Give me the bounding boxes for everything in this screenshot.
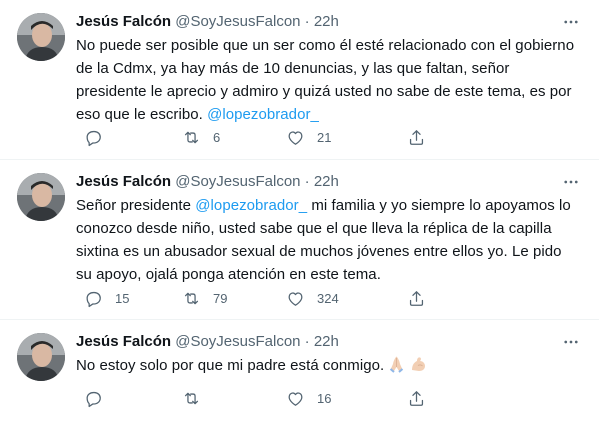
avatar[interactable] xyxy=(17,13,65,61)
avatar-image xyxy=(17,13,65,61)
author-name[interactable]: Jesús Falcón xyxy=(76,173,171,190)
separator-dot: · xyxy=(304,13,310,30)
tweet-header: Jesús Falcón @SoyJesusFalcon · 22h xyxy=(76,332,339,352)
avatar-image xyxy=(17,333,65,381)
tweet[interactable]: Jesús Falcón @SoyJesusFalcon · 22h No es… xyxy=(0,320,599,421)
share-icon xyxy=(409,129,424,145)
like-count: 16 xyxy=(317,390,332,406)
tweet-text-part: Señor presidente xyxy=(76,197,196,214)
separator-dot: · xyxy=(304,333,310,350)
tweet[interactable]: Jesús Falcón @SoyJesusFalcon · 22h No pu… xyxy=(0,0,599,160)
tweet-text: No estoy solo por que mi padre está conm… xyxy=(76,354,576,377)
tweet-header: Jesús Falcón @SoyJesusFalcon · 22h xyxy=(76,172,339,192)
tweet-text: Señor presidente @lopezobrador_ mi famil… xyxy=(76,194,576,286)
avatar[interactable] xyxy=(17,173,65,221)
more-icon[interactable] xyxy=(561,12,581,32)
share-button[interactable] xyxy=(407,388,426,408)
retweet-button[interactable]: 6 xyxy=(182,127,220,147)
retweet-icon xyxy=(184,131,199,143)
tweet-text-part: No estoy solo por que mi padre está conm… xyxy=(76,357,385,374)
share-icon xyxy=(409,390,424,406)
author-handle[interactable]: @SoyJesusFalcon xyxy=(175,333,300,350)
mention-link[interactable]: @lopezobrador_ xyxy=(195,197,307,214)
reply-button[interactable] xyxy=(84,388,115,408)
timestamp[interactable]: 22h xyxy=(314,13,339,30)
like-count: 324 xyxy=(317,290,339,306)
author-handle[interactable]: @SoyJesusFalcon xyxy=(175,173,300,190)
like-icon xyxy=(288,130,303,145)
tweet-text: No puede ser posible que un ser como él … xyxy=(76,34,576,126)
tweet-actions: 15 79 324 xyxy=(76,288,516,308)
like-button[interactable]: 21 xyxy=(286,127,331,147)
reply-button[interactable]: 15 xyxy=(84,288,129,308)
like-button[interactable]: 16 xyxy=(286,388,331,408)
author-name[interactable]: Jesús Falcón xyxy=(76,13,171,30)
more-icon[interactable] xyxy=(561,172,581,192)
like-count: 21 xyxy=(317,129,332,145)
timestamp[interactable]: 22h xyxy=(314,173,339,190)
avatar-image xyxy=(17,173,65,221)
reply-icon xyxy=(86,130,101,146)
retweet-button[interactable] xyxy=(182,388,213,408)
flexed-biceps-emoji xyxy=(409,355,428,373)
folded-hands-emoji xyxy=(387,355,406,373)
retweet-icon xyxy=(184,292,199,304)
retweet-icon xyxy=(184,392,199,404)
like-button[interactable]: 324 xyxy=(286,288,339,308)
tweet-actions: 6 21 xyxy=(76,127,516,147)
reply-icon xyxy=(86,291,101,307)
more-icon[interactable] xyxy=(561,332,581,352)
retweet-count: 6 xyxy=(213,129,221,145)
share-button[interactable] xyxy=(407,288,426,308)
retweet-button[interactable]: 79 xyxy=(182,288,227,308)
tweet-feed: Jesús Falcón @SoyJesusFalcon · 22h No pu… xyxy=(0,0,599,421)
separator-dot: · xyxy=(304,173,310,190)
reply-button[interactable] xyxy=(84,127,115,147)
author-name[interactable]: Jesús Falcón xyxy=(76,333,171,350)
share-button[interactable] xyxy=(407,127,426,147)
like-icon xyxy=(288,391,303,406)
like-icon xyxy=(288,291,303,306)
author-handle[interactable]: @SoyJesusFalcon xyxy=(175,13,300,30)
tweet-actions: 16 xyxy=(76,388,516,408)
avatar[interactable] xyxy=(17,333,65,381)
tweet-header: Jesús Falcón @SoyJesusFalcon · 22h xyxy=(76,12,339,32)
reply-icon xyxy=(86,391,101,407)
tweet[interactable]: Jesús Falcón @SoyJesusFalcon · 22h Señor… xyxy=(0,160,599,320)
share-icon xyxy=(409,290,424,306)
tweet-text-part: No puede ser posible que un ser como él … xyxy=(76,37,575,123)
mention-link[interactable]: @lopezobrador_ xyxy=(207,106,319,123)
reply-count: 15 xyxy=(115,290,130,306)
retweet-count: 79 xyxy=(213,290,228,306)
timestamp[interactable]: 22h xyxy=(314,333,339,350)
